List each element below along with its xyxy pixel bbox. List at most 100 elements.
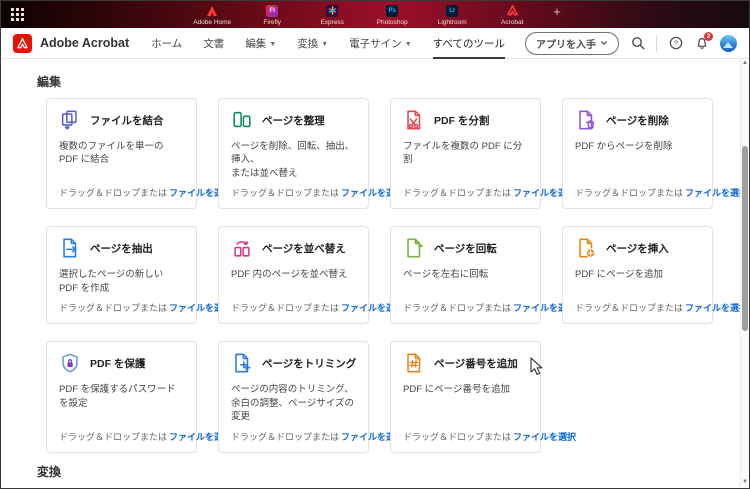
protect-pdf-icon (59, 352, 81, 374)
drop-hint: ドラッグ＆ドロップまたはファイルを選択 (231, 424, 356, 443)
card-head: ページを挿入 (575, 236, 700, 260)
tool-card-description: ページを左右に回転 (403, 268, 528, 281)
select-file-link[interactable]: ファイルを選択 (685, 303, 748, 313)
section-heading: 変換 (37, 463, 749, 480)
tool-card-extract-pages[interactable]: ページを抽出選択したページの新しい PDF を作成ドラッグ＆ドロップまたはファイ… (46, 226, 197, 324)
tool-card-description: PDF にページ番号を追加 (403, 383, 528, 396)
add-page-numbers-icon (403, 352, 425, 374)
scrollbar-up-arrow-icon[interactable]: ▲ (741, 59, 749, 68)
tool-card-description: PDF にページを追加 (575, 268, 700, 281)
card-head: ページを回転 (403, 236, 528, 260)
tool-card-description: ページを削除、回転、抽出、挿入、 または並べ替え (231, 140, 356, 180)
nav-item-label: 文書 (203, 36, 224, 51)
firefly-icon: Fl (266, 4, 279, 17)
appbar-item-acrobat[interactable]: Acrobat (489, 3, 535, 26)
tool-card-combine-files[interactable]: ファイルを結合複数のファイルを単一の PDF に結合ドラッグ＆ドロップまたはファ… (46, 98, 197, 209)
scrollbar-thumb[interactable] (742, 146, 748, 331)
adobe-app-switcher-bar: Adobe Home Fl Firefly Express PsPhotoshop LrL… (1, 1, 749, 28)
appbar-item-photoshop[interactable]: PsPhotoshop (369, 3, 415, 26)
search-icon[interactable] (630, 36, 645, 51)
appbar-item-label: Firefly (263, 19, 281, 26)
appbar-item-express[interactable]: Express (309, 3, 355, 26)
drop-hint: ドラッグ＆ドロップまたはファイルを選択 (403, 180, 528, 199)
nav-item-label: ホーム (151, 36, 182, 51)
chevron-down-icon: ▼ (269, 41, 276, 48)
nav-item-all-tools[interactable]: すべてのツール (433, 28, 505, 59)
get-app-label: アプリを入手 (536, 36, 596, 51)
tool-card-description: ファイルを複数の PDF に分割 (403, 140, 528, 167)
nav-item-3[interactable]: 変換▼ (297, 28, 328, 59)
card-head: ページを抽出 (59, 236, 184, 260)
app-launcher-grid-icon[interactable] (11, 8, 24, 21)
app-switcher-items: Adobe Home Fl Firefly Express PsPhotoshop LrL… (189, 3, 561, 26)
appbar-item-lightroom[interactable]: LrLightroom (429, 3, 475, 26)
tool-card-reorder-pages[interactable]: ページを並べ替えPDF 内のページを並べ替えドラッグ＆ドロップまたはファイルを選… (218, 226, 369, 324)
nav-item-4[interactable]: 電子サイン▼ (349, 28, 411, 59)
tool-card-title: ページを回転 (434, 241, 497, 256)
drop-hint: ドラッグ＆ドロップまたはファイルを選択 (403, 295, 528, 314)
drop-hint-prefix: ドラッグ＆ドロップまたは (575, 303, 683, 313)
tool-card-description: 複数のファイルを単一の PDF に結合 (59, 140, 184, 167)
tool-card-insert-pages[interactable]: ページを挿入PDF にページを追加ドラッグ＆ドロップまたはファイルを選択 (562, 226, 713, 324)
main-nav: ホーム 文書 編集▼ 変換▼ 電子サイン▼ すべてのツール (151, 28, 505, 59)
crop-pages-icon (231, 352, 253, 374)
card-head: ページを並べ替え (231, 236, 356, 260)
acrobat-toolbar: Adobe Acrobat ホーム 文書 編集▼ 変換▼ 電子サイン▼ すべてのツール ア… (1, 28, 749, 59)
card-head: PDF を保護 (59, 351, 184, 375)
drop-hint: ドラッグ＆ドロップまたはファイルを選択 (231, 295, 356, 314)
card-head: ファイルを結合 (59, 108, 184, 132)
select-file-link[interactable]: ファイルを選択 (685, 188, 748, 198)
nav-item-1[interactable]: 文書 (203, 28, 224, 59)
reorder-pages-icon (231, 237, 253, 259)
organize-pages-icon (231, 109, 253, 131)
scrollbar-down-arrow-icon[interactable]: ▼ (741, 478, 749, 487)
tool-card-description: PDF からページを削除 (575, 140, 700, 153)
rotate-pages-icon (403, 237, 425, 259)
tool-card-title: ページを抽出 (90, 241, 153, 256)
tool-card-organize-pages[interactable]: ページを整理ページを削除、回転、抽出、挿入、 または並べ替えドラッグ＆ドロップま… (218, 98, 369, 209)
drop-hint-prefix: ドラッグ＆ドロップまたは (59, 188, 167, 198)
card-head: ページを整理 (231, 108, 356, 132)
tool-card-title: ページを削除 (606, 113, 669, 128)
get-app-button[interactable]: アプリを入手 (525, 32, 619, 55)
tool-card-add-page-numbers[interactable]: ページ番号を追加PDF にページ番号を追加ドラッグ＆ドロップまたはファイルを選択 (390, 341, 541, 452)
drop-hint-prefix: ドラッグ＆ドロップまたは (231, 303, 339, 313)
notification-badge: 2 (704, 32, 713, 41)
tool-card-description: PDF を保護するパスワードを設定 (59, 383, 184, 410)
tool-card-title: ページを整理 (262, 113, 325, 128)
notifications-bell-icon[interactable]: 2 (694, 36, 709, 51)
nav-item-2[interactable]: 編集▼ (245, 28, 276, 59)
drop-hint-prefix: ドラッグ＆ドロップまたは (231, 188, 339, 198)
drop-hint: ドラッグ＆ドロップまたはファイルを選択 (59, 295, 184, 314)
tool-card-title: ページを並べ替え (262, 241, 346, 256)
insert-pages-icon (575, 237, 597, 259)
appbar-item-label: Photoshop (377, 19, 408, 26)
delete-pages-icon (575, 109, 597, 131)
help-icon[interactable]: ? (668, 36, 683, 51)
vertical-scrollbar[interactable]: ▲ ▼ (740, 59, 749, 488)
tool-card-title: PDF を分割 (434, 113, 489, 128)
appbar-item-firefly[interactable]: Fl Firefly (249, 3, 295, 26)
tool-card-protect-pdf[interactable]: PDF を保護PDF を保護するパスワードを設定ドラッグ＆ドロップまたはファイル… (46, 341, 197, 452)
acrobat-logo-icon[interactable] (13, 34, 32, 53)
card-head: ページをトリミング (231, 351, 356, 375)
tool-card-crop-pages[interactable]: ページをトリミングページの内容のトリミング、 余白の調整、ページサイズの変更ドラ… (218, 341, 369, 452)
tool-card-delete-pages[interactable]: ページを削除PDF からページを削除ドラッグ＆ドロップまたはファイルを選択 (562, 98, 713, 209)
card-head: ページ番号を追加 (403, 351, 528, 375)
tool-card-split-pdf[interactable]: PDF を分割ファイルを複数の PDF に分割ドラッグ＆ドロップまたはファイルを… (390, 98, 541, 209)
toolbar-divider (656, 35, 657, 52)
nav-item-0[interactable]: ホーム (151, 28, 182, 59)
tool-card-description: 選択したページの新しい PDF を作成 (59, 268, 184, 295)
extract-pages-icon (59, 237, 81, 259)
user-avatar[interactable] (720, 35, 737, 52)
drop-hint-prefix: ドラッグ＆ドロップまたは (575, 188, 683, 198)
select-file-link[interactable]: ファイルを選択 (513, 432, 576, 442)
chevron-down-icon: ▼ (405, 41, 412, 48)
brand-name[interactable]: Adobe Acrobat (40, 36, 129, 50)
tools-section: 変換PDF を Word にPDF を Microsoft Word ファイルに… (1, 463, 749, 488)
lightroom-icon: Lr (446, 4, 459, 17)
appbar-item-adobe-home[interactable]: Adobe Home (189, 3, 235, 26)
tool-card-rotate-pages[interactable]: ページを回転ページを左右に回転ドラッグ＆ドロップまたはファイルを選択 (390, 226, 541, 324)
adobe-home-icon (206, 4, 219, 17)
add-app-plus-icon[interactable]: + (553, 5, 561, 24)
